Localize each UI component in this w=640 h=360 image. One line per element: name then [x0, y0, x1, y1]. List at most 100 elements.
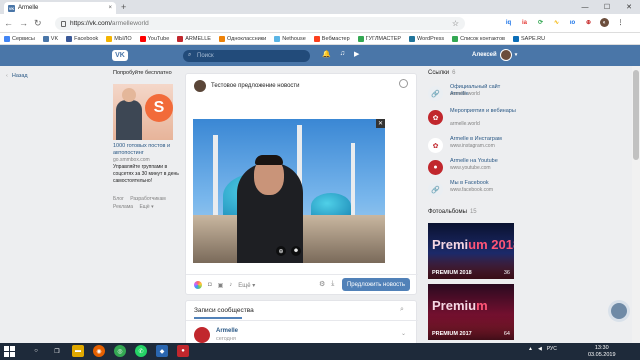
link-item[interactable]: ✿ Armelle в Инстаграм www.instagram.com: [428, 136, 520, 156]
post-date[interactable]: сегодня: [216, 336, 236, 342]
bookmark-item[interactable]: Сервисы: [4, 35, 35, 42]
bookmark-item[interactable]: ГУГЛМАСТЕР: [357, 35, 401, 42]
albums-header[interactable]: Фотоальбомы 15: [428, 209, 477, 215]
ad-image[interactable]: S: [113, 84, 173, 140]
network-icon[interactable]: ▲: [528, 346, 533, 352]
reload-icon[interactable]: ↻: [34, 17, 42, 29]
address-bar[interactable]: https://vk.com/armelleworld ☆: [55, 17, 465, 30]
bookmark-item[interactable]: Nethouse: [274, 35, 306, 42]
settings-icon[interactable]: ⚙: [319, 280, 325, 288]
tab-armelle[interactable]: VK Armelle ×: [4, 2, 116, 14]
footer-link-blog[interactable]: Блог: [113, 196, 124, 202]
back-link[interactable]: ‹ Назад: [6, 73, 28, 79]
remove-photo-button[interactable]: ✕: [376, 119, 385, 128]
volume-icon[interactable]: ◀: [538, 346, 542, 352]
bookmark-item[interactable]: SAPE.RU: [512, 35, 545, 42]
attached-photo[interactable]: [193, 119, 385, 263]
app-icon[interactable]: ◆: [156, 345, 168, 357]
album-tile[interactable]: Premium 2018 PREMIUM 2018 36: [428, 223, 514, 279]
extension-icon[interactable]: iq: [504, 18, 513, 27]
album-tile[interactable]: Premium PREMIUM 2017 64: [428, 284, 514, 340]
more-attach-button[interactable]: Ещё ▾: [238, 282, 255, 289]
scrollbar-thumb[interactable]: [633, 70, 639, 160]
ad-title[interactable]: 1000 готовых постов и автопостинг: [113, 143, 185, 157]
post-author[interactable]: Armelle: [216, 328, 238, 334]
bookmark-star-icon[interactable]: ☆: [452, 19, 459, 28]
footer-link-more[interactable]: Ещё ▾: [139, 204, 153, 210]
bookmark-item[interactable]: Одноклассники: [218, 35, 266, 42]
whatsapp-icon[interactable]: ✆: [135, 345, 147, 357]
tag-face-icon[interactable]: ☻: [291, 246, 301, 256]
vk-logo[interactable]: VK: [112, 50, 128, 61]
profile-avatar-icon[interactable]: ◐: [600, 18, 609, 27]
chevron-down-icon[interactable]: ⌄: [401, 330, 406, 337]
link-item[interactable]: ✿ Мероприятия и вебинары armelle.world: [428, 108, 520, 128]
chrome-icon[interactable]: ◎: [114, 345, 126, 357]
vk-header-icons: 🔔 ♫ ▶: [322, 50, 359, 58]
link-title: Armelle на Youtube: [450, 158, 498, 164]
bookmark-item[interactable]: WordPress: [409, 35, 445, 42]
bookmark-item[interactable]: VK: [42, 35, 58, 42]
bookmark-item[interactable]: Список контактов: [452, 35, 505, 42]
link-item[interactable]: ● Armelle на Youtube www.youtube.com: [428, 158, 520, 178]
task-view-icon[interactable]: ❐: [51, 345, 63, 357]
footer-link-developers[interactable]: Разработчикам: [130, 196, 166, 202]
music-icon[interactable]: ♫: [340, 50, 345, 58]
app-icon[interactable]: ●: [177, 345, 189, 357]
forward-icon[interactable]: →: [19, 17, 28, 29]
link-icon: 🔗: [428, 86, 443, 101]
clock[interactable]: 13:30 03.05.2019: [588, 345, 616, 358]
bookmark-item[interactable]: Facebook: [66, 35, 98, 42]
bookmark-favicon-icon: [4, 35, 10, 42]
extension-icon[interactable]: ia: [520, 18, 529, 27]
link-item[interactable]: 🔗 Официальный сайт Armelle armelle.world: [428, 84, 520, 104]
windows-start-icon[interactable]: [4, 346, 15, 357]
music-note-icon[interactable]: ♪: [229, 282, 232, 288]
language-indicator[interactable]: РУС: [547, 346, 557, 352]
file-explorer-icon[interactable]: ▬: [72, 345, 84, 357]
close-window-button[interactable]: ✕: [618, 0, 640, 14]
post-text-field[interactable]: Тестовое предложение новости: [211, 83, 300, 89]
ad-top-text[interactable]: Попробуйте бесплатно: [113, 70, 185, 76]
color-background-icon[interactable]: [194, 281, 202, 289]
extension-icon[interactable]: ⊕: [584, 18, 593, 27]
link-item[interactable]: 🔗 Мы в Facebook www.facebook.com: [428, 180, 520, 200]
suggest-news-button[interactable]: Предложить новость: [342, 278, 410, 291]
bookmark-item[interactable]: МЫЛО: [106, 35, 132, 42]
attach-icons: ◘ ▣ ♪ Ещё ▾: [194, 281, 255, 289]
bell-icon[interactable]: 🔔: [322, 50, 331, 58]
back-icon[interactable]: ←: [4, 17, 13, 29]
maximize-button[interactable]: ☐: [596, 0, 618, 14]
firefox-icon[interactable]: ◉: [93, 345, 105, 357]
search-icon[interactable]: ⌕: [400, 306, 404, 314]
avatar[interactable]: [194, 327, 210, 343]
clock-date: 03.05.2019: [588, 351, 616, 358]
attach-icon[interactable]: ⤓: [331, 280, 334, 288]
emoji-icon[interactable]: [399, 79, 408, 88]
help-bubble[interactable]: [608, 300, 630, 322]
extension-icon[interactable]: ∿: [552, 18, 561, 27]
help-avatar-icon: [611, 303, 627, 319]
minimize-button[interactable]: —: [574, 0, 596, 14]
bookmark-item[interactable]: ARMELLE: [177, 35, 211, 42]
footer-link-ads[interactable]: Реклама: [113, 204, 133, 210]
extension-icon[interactable]: ιο: [568, 18, 577, 27]
camera-icon[interactable]: ◘: [208, 282, 212, 288]
bookmark-label: Список контактов: [460, 35, 505, 42]
video-icon[interactable]: ▣: [218, 282, 224, 289]
extension-icons: iq ia ⟳ ∿ ιο ⊕ ◐ ⋮: [504, 18, 625, 27]
new-tab-button[interactable]: +: [121, 3, 126, 12]
bookmark-item[interactable]: YouTube: [139, 35, 169, 42]
vk-user-menu[interactable]: Алексей ▾: [472, 49, 517, 61]
bookmark-label: WordPress: [417, 35, 445, 42]
browser-menu-icon[interactable]: ⋮: [616, 18, 625, 27]
tab-close-icon[interactable]: ×: [108, 5, 112, 11]
vk-search-input[interactable]: ⌕ Поиск: [183, 50, 310, 62]
links-header[interactable]: Ссылки 6: [428, 70, 455, 76]
zoom-icon[interactable]: ⊕: [276, 246, 286, 256]
search-icon[interactable]: ○: [30, 345, 42, 357]
play-icon[interactable]: ▶: [354, 50, 359, 58]
bookmark-item[interactable]: Вебмастер: [313, 35, 350, 42]
extension-icon[interactable]: ⟳: [536, 18, 545, 27]
tab-community-posts[interactable]: Записи сообщества: [194, 307, 254, 314]
